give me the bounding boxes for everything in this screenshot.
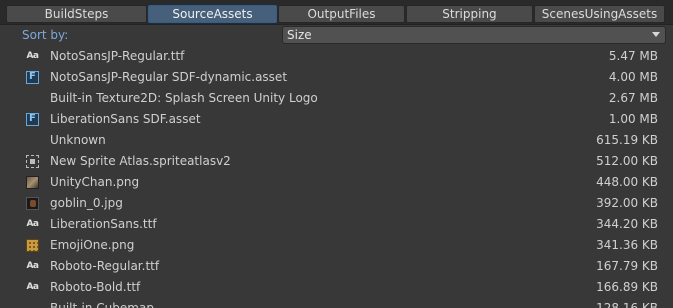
asset-name: Roboto-Regular.ttf [50, 259, 160, 273]
list-item[interactable]: Unknown 615.19 KB [0, 130, 673, 151]
font-icon: Aa [26, 51, 39, 61]
asset-name: New Sprite Atlas.spriteatlasv2 [50, 154, 231, 168]
sort-row: Sort by: Size [0, 25, 673, 45]
asset-size: 166.89 KB [596, 280, 658, 294]
asset-size: 2.67 MB [608, 91, 658, 105]
asset-size: 5.47 MB [608, 49, 658, 63]
asset-size: 615.19 KB [596, 133, 658, 147]
asset-size: 4.00 MB [608, 70, 658, 84]
asset-name: NotoSansJP-Regular SDF-dynamic.asset [50, 70, 288, 84]
chevron-down-icon [652, 32, 660, 37]
sprite-atlas-icon [26, 155, 39, 168]
list-item[interactable]: New Sprite Atlas.spriteatlasv2 512.00 KB [0, 151, 673, 172]
source-assets-list[interactable]: Aa NotoSansJP-Regular.ttf 5.47 MB NotoSa… [0, 46, 673, 308]
asset-name: Unknown [50, 133, 106, 147]
asset-size: 341.36 KB [596, 238, 658, 252]
tab-build-steps[interactable]: BuildSteps [6, 5, 147, 23]
list-item[interactable]: EmojiOne.png 341.36 KB [0, 235, 673, 256]
list-item[interactable]: Aa Roboto-Regular.ttf 167.79 KB [0, 256, 673, 277]
font-icon: Aa [26, 219, 39, 229]
list-item[interactable]: Aa NotoSansJP-Regular.ttf 5.47 MB [0, 46, 673, 67]
asset-name: Built-in Cubemap [50, 301, 154, 308]
sort-dropdown-value: Size [287, 28, 312, 42]
list-item[interactable]: UnityChan.png 448.00 KB [0, 172, 673, 193]
asset-name: goblin_0.jpg [50, 196, 123, 210]
image-thumbnail-icon [26, 239, 39, 252]
asset-size: 128.16 KB [596, 301, 658, 308]
image-thumbnail-icon [26, 197, 39, 210]
image-thumbnail-icon [26, 176, 39, 189]
tab-stripping[interactable]: Stripping [406, 5, 533, 23]
asset-size: 344.20 KB [596, 217, 658, 231]
asset-size: 448.00 KB [596, 175, 658, 189]
tab-scenes-using-assets[interactable]: ScenesUsingAssets [534, 5, 665, 23]
asset-name: Built-in Texture2D: Splash Screen Unity … [50, 91, 318, 105]
list-item[interactable]: Built-in Texture2D: Splash Screen Unity … [0, 88, 673, 109]
asset-size: 167.79 KB [596, 259, 658, 273]
asset-size: 1.00 MB [608, 112, 658, 126]
sort-dropdown[interactable]: Size [282, 26, 666, 44]
asset-size: 512.00 KB [596, 154, 658, 168]
asset-name: EmojiOne.png [50, 238, 135, 252]
tab-bar: BuildSteps SourceAssets OutputFiles Stri… [0, 0, 673, 25]
list-item[interactable]: Aa Roboto-Bold.ttf 166.89 KB [0, 277, 673, 298]
list-item[interactable]: Aa LiberationSans.ttf 344.20 KB [0, 214, 673, 235]
asset-name: Roboto-Bold.ttf [50, 280, 141, 294]
list-item[interactable]: LiberationSans SDF.asset 1.00 MB [0, 109, 673, 130]
sdf-font-asset-icon [26, 113, 39, 126]
tab-output-files[interactable]: OutputFiles [278, 5, 405, 23]
list-item[interactable]: goblin_0.jpg 392.00 KB [0, 193, 673, 214]
font-icon: Aa [26, 282, 39, 292]
sort-by-label: Sort by: [22, 28, 69, 42]
list-item[interactable]: NotoSansJP-Regular SDF-dynamic.asset 4.0… [0, 67, 673, 88]
asset-name: LiberationSans.ttf [50, 217, 157, 231]
asset-name: UnityChan.png [50, 175, 140, 189]
font-icon: Aa [26, 261, 39, 271]
asset-name: NotoSansJP-Regular.ttf [50, 49, 185, 63]
tab-source-assets[interactable]: SourceAssets [148, 5, 277, 23]
list-item[interactable]: Built-in Cubemap 128.16 KB [0, 298, 673, 308]
asset-size: 392.00 KB [596, 196, 658, 210]
sdf-font-asset-icon [26, 71, 39, 84]
asset-name: LiberationSans SDF.asset [50, 112, 201, 126]
